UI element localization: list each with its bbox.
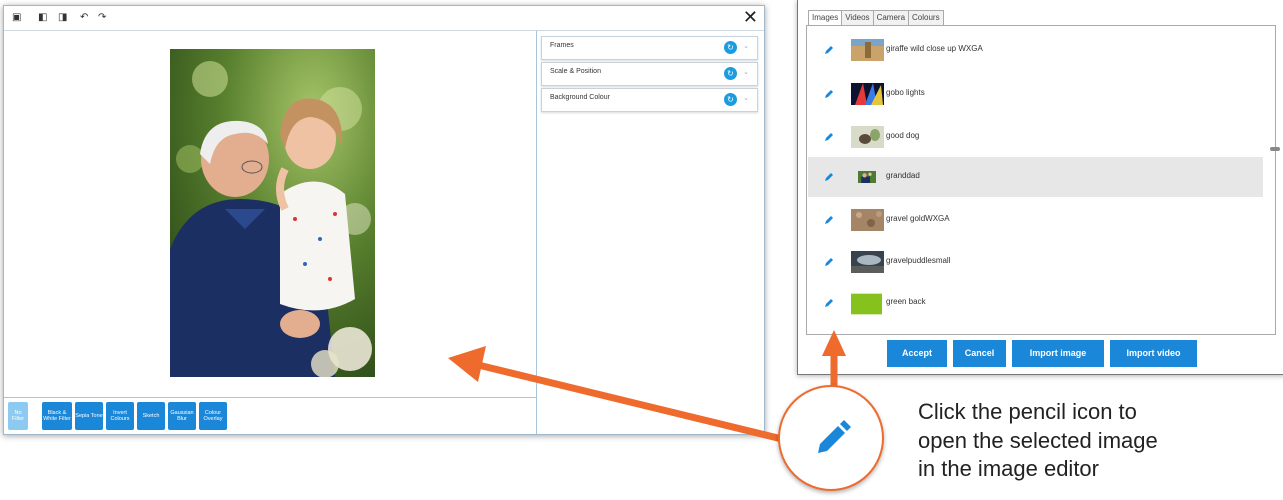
callout-caption: Click the pencil icon to open the select… bbox=[918, 398, 1278, 484]
arrow-to-editor bbox=[469, 359, 787, 444]
arrow-head-pencil bbox=[822, 330, 846, 356]
caption-line: open the selected image bbox=[918, 427, 1158, 453]
arrow-head-editor bbox=[448, 346, 486, 382]
caption-line: in the image editor bbox=[918, 456, 1099, 481]
pencil-icon bbox=[818, 420, 851, 453]
caption-line: Click the pencil icon to bbox=[918, 399, 1137, 424]
pencil-callout-circle bbox=[778, 385, 884, 491]
